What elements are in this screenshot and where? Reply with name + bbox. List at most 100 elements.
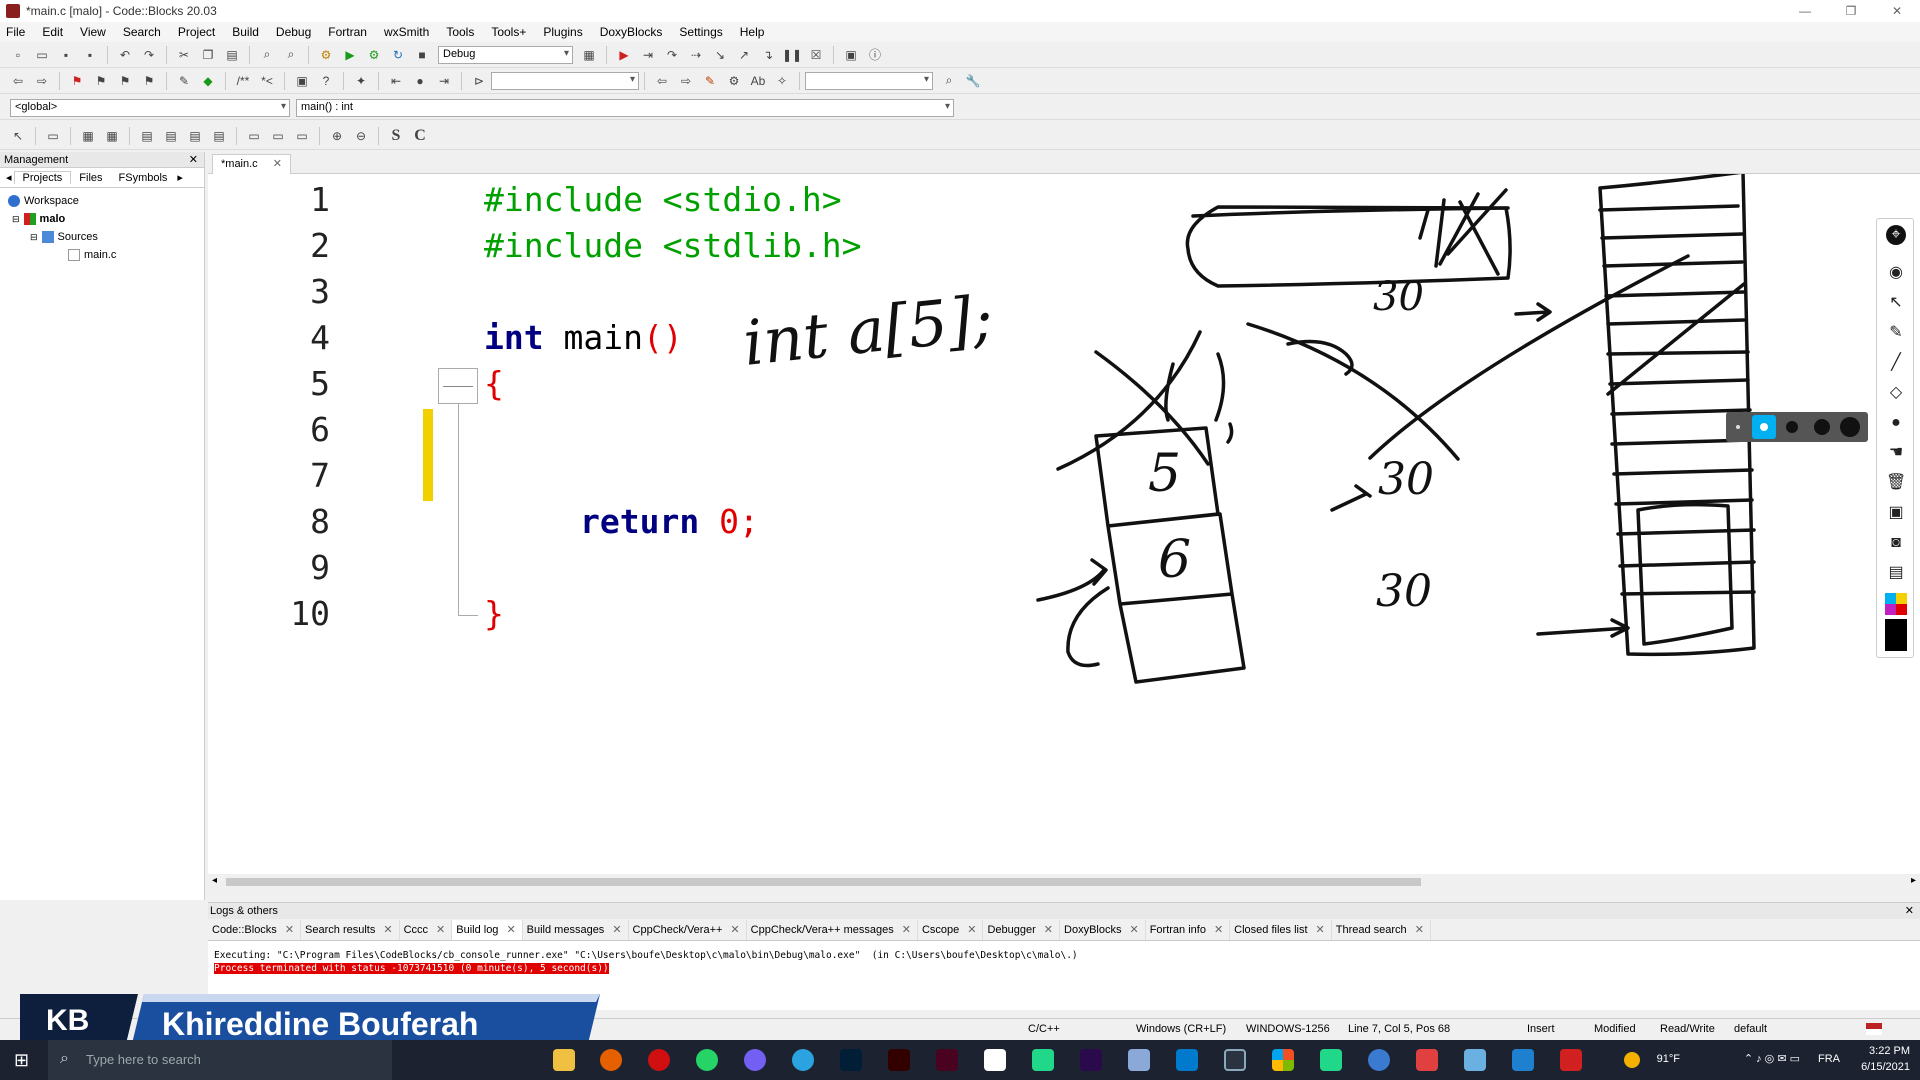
black-swatch[interactable] [1885, 619, 1907, 651]
layout1-icon[interactable]: ▤ [137, 126, 157, 146]
sublime-icon[interactable] [1416, 1049, 1438, 1071]
wrench-icon[interactable]: 🔧 [963, 71, 983, 91]
scroll-right-icon[interactable]: ▸ [1911, 875, 1916, 886]
app-icon[interactable] [984, 1049, 1006, 1071]
build-icon[interactable]: ⚙ [316, 45, 336, 65]
c-icon[interactable]: C [410, 126, 430, 146]
scroll-left-icon[interactable]: ◂ [212, 875, 217, 886]
board-icon[interactable]: ▣ [1886, 503, 1906, 523]
menu-edit[interactable]: Edit [42, 25, 63, 39]
step-out-icon[interactable]: ↗ [734, 45, 754, 65]
telegram-icon[interactable] [792, 1049, 814, 1071]
debug-start-icon[interactable]: ▶ [614, 45, 634, 65]
premiere-icon[interactable] [1080, 1049, 1102, 1071]
weather-temp[interactable]: 91°F [1657, 1053, 1680, 1065]
nav-back-icon[interactable]: ⇦ [652, 71, 672, 91]
menu-plugins[interactable]: Plugins [543, 25, 582, 39]
log-tab-fortran-info[interactable]: Fortran info ✕ [1146, 919, 1231, 940]
grid2-icon[interactable]: ▦ [102, 126, 122, 146]
illustrator-icon[interactable] [888, 1049, 910, 1071]
pointer-icon[interactable]: ↖ [8, 126, 28, 146]
log-tab-build-messages[interactable]: Build messages ✕ [523, 919, 629, 940]
prev-icon[interactable]: ⇤ [386, 71, 406, 91]
horizontal-scrollbar[interactable]: ◂ ▸ [208, 874, 1920, 890]
menu-view[interactable]: View [80, 25, 106, 39]
store-icon[interactable] [1272, 1049, 1294, 1071]
run-icon[interactable]: ▶ [340, 45, 360, 65]
jump-back-icon[interactable]: ⇦ [8, 71, 28, 91]
photoshop-icon[interactable] [840, 1049, 862, 1071]
frame2-icon[interactable]: ▭ [268, 126, 288, 146]
browser-icon[interactable] [1368, 1049, 1390, 1071]
tab-close-icon[interactable]: ✕ [273, 158, 282, 170]
pen-app-icon[interactable] [1464, 1049, 1486, 1071]
gear-icon[interactable]: ⚙ [724, 71, 744, 91]
size-3-dot[interactable] [1786, 421, 1798, 433]
frame1-icon[interactable]: ▭ [244, 126, 264, 146]
step-into-icon[interactable]: ↘ [710, 45, 730, 65]
tab-projects[interactable]: Projects [13, 171, 72, 184]
cube-icon[interactable] [1128, 1049, 1150, 1071]
jetbrains-icon[interactable] [1032, 1049, 1054, 1071]
trash-icon[interactable]: 🗑 [1886, 473, 1906, 493]
tree-folder[interactable]: ⊟ Sources [0, 228, 204, 246]
function-select[interactable]: main() : int [296, 98, 954, 117]
symbol-search-combo[interactable] [491, 71, 639, 90]
menu-doxyblocks[interactable]: DoxyBlocks [600, 25, 663, 39]
tab-nav-right-icon[interactable]: ▸ [175, 171, 185, 184]
tab-fsymbols[interactable]: FSymbols [111, 172, 176, 184]
frame3-icon[interactable]: ▭ [292, 126, 312, 146]
menu-build[interactable]: Build [232, 25, 259, 39]
bookmark-toggle-icon[interactable]: ⚑ [67, 71, 87, 91]
indesign-icon[interactable] [936, 1049, 958, 1071]
next-line-icon[interactable]: ↷ [662, 45, 682, 65]
collapse-icon[interactable]: ⊟ [30, 232, 38, 243]
minimize-button[interactable]: — [1782, 0, 1828, 22]
stop-debug-icon[interactable]: ☒ [806, 45, 826, 65]
hand-icon[interactable]: ☚ [1886, 443, 1906, 463]
restore-button[interactable]: ❐ [1828, 0, 1874, 22]
menu-file[interactable]: File [6, 25, 25, 39]
copy-icon[interactable]: ❐ [198, 45, 218, 65]
step-into-instruction-icon[interactable]: ↴ [758, 45, 778, 65]
dot-size-icon[interactable]: ● [1886, 413, 1906, 433]
log-tab-cccc[interactable]: Cccc ✕ [400, 919, 453, 940]
tree-workspace[interactable]: Workspace [0, 192, 204, 210]
menu-settings[interactable]: Settings [679, 25, 722, 39]
redo-icon[interactable]: ↷ [139, 45, 159, 65]
s-app-icon[interactable] [1512, 1049, 1534, 1071]
highlight-icon[interactable]: ◆ [198, 71, 218, 91]
log-tab-debugger[interactable]: Debugger ✕ [983, 919, 1061, 940]
bookmark-prev-icon[interactable]: ⚑ [91, 71, 111, 91]
log-tab-thread-search[interactable]: Thread search ✕ [1332, 919, 1431, 940]
menu-wxsmith[interactable]: wxSmith [384, 25, 429, 39]
c-app-icon[interactable] [1560, 1049, 1582, 1071]
jump-forward-icon[interactable]: ⇨ [32, 71, 52, 91]
clipboard-icon[interactable]: ▤ [1886, 563, 1906, 583]
replace-icon[interactable]: ⌕ [281, 45, 301, 65]
menu-tools-plus[interactable]: Tools+ [491, 25, 526, 39]
run-to-cursor-icon[interactable]: ⇥ [638, 45, 658, 65]
zoom-in-icon[interactable]: ⊕ [327, 126, 347, 146]
layout3-icon[interactable]: ▤ [185, 126, 205, 146]
firefox-icon[interactable] [600, 1049, 622, 1071]
pycharm-icon[interactable] [1320, 1049, 1342, 1071]
file-explorer-icon[interactable] [553, 1049, 575, 1071]
clock-date[interactable]: 6/15/2021 [1861, 1061, 1910, 1073]
logs-close-icon[interactable]: ✕ [1905, 903, 1914, 919]
cut-icon[interactable]: ✂ [174, 45, 194, 65]
layout4-icon[interactable]: ▤ [209, 126, 229, 146]
vscode-icon[interactable] [1176, 1049, 1198, 1071]
grid-icon[interactable]: ▦ [78, 126, 98, 146]
doxy-line-icon[interactable]: *< [257, 71, 277, 91]
scope-select[interactable]: <global> [10, 98, 290, 117]
tool-icon[interactable]: ✦ [351, 71, 371, 91]
scroll-thumb[interactable] [226, 878, 1421, 886]
clock-time[interactable]: 3:22 PM [1869, 1045, 1910, 1057]
menu-fortran[interactable]: Fortran [328, 25, 367, 39]
debug-windows-icon[interactable]: ▣ [841, 45, 861, 65]
eye-icon[interactable]: ◉ [1886, 263, 1906, 283]
paste-icon[interactable]: ▤ [222, 45, 242, 65]
doxy-help-icon[interactable]: ? [316, 71, 336, 91]
cursor-icon[interactable]: ↖ [1886, 293, 1906, 313]
